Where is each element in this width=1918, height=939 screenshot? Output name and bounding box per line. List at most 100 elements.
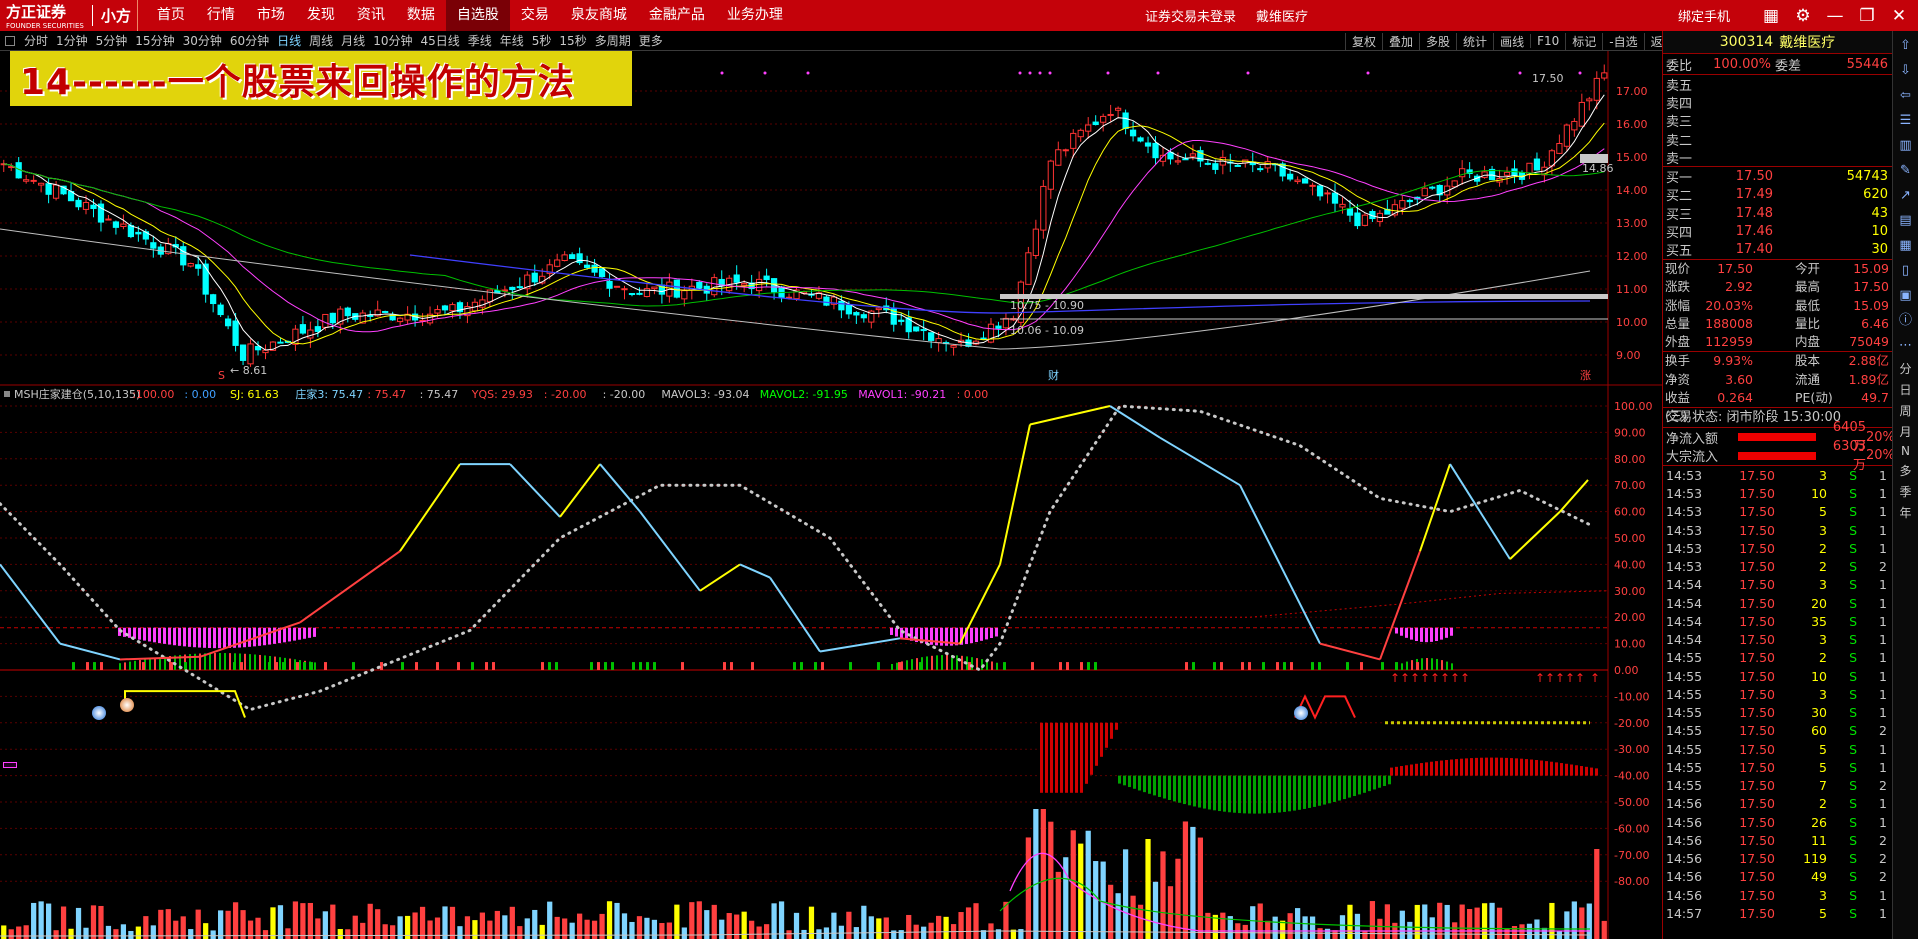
stat-value: 3.60 <box>1725 371 1753 387</box>
sidebar-tab-3[interactable]: 月 <box>1896 423 1916 440</box>
nav-item-4[interactable]: 资讯 <box>346 0 396 31</box>
sell-level-1[interactable]: 卖一 <box>1663 148 1892 167</box>
nav-item-8[interactable]: 泉友商城 <box>560 0 638 31</box>
calc-icon[interactable]: ▣ <box>1896 286 1916 306</box>
candle-body <box>1316 185 1324 197</box>
close-icon[interactable]: ✕ <box>1886 6 1912 26</box>
nav-item-0[interactable]: 首页 <box>146 0 196 31</box>
buy-level-1[interactable]: 买一 17.50 54743 <box>1663 167 1892 186</box>
more-icon[interactable]: ⋯ <box>1896 336 1916 356</box>
sidebar-tab-4[interactable]: N <box>1896 444 1916 458</box>
period-10[interactable]: 45日线 <box>416 32 463 49</box>
period-8[interactable]: 月线 <box>337 32 369 49</box>
left-arrow-icon[interactable]: ⇦ <box>1896 86 1916 106</box>
down-arrow-icon[interactable]: ⇩ <box>1896 61 1916 81</box>
tick-list[interactable]: 14:53 17.50 3 S 1 14:53 17.50 10 S 1 14:53 17.50 5 S 1… <box>1663 465 1892 922</box>
volume-bar <box>195 909 201 939</box>
period-9[interactable]: 10分钟 <box>369 32 416 49</box>
sidebar-tab-2[interactable]: 周 <box>1896 402 1916 419</box>
sidebar-tab-1[interactable]: 日 <box>1896 381 1916 398</box>
period-12[interactable]: 年线 <box>496 32 528 49</box>
period-14[interactable]: 15秒 <box>555 32 590 49</box>
grid-icon[interactable]: ▦ <box>1896 236 1916 256</box>
buy-level-3[interactable]: 买三 17.48 43 <box>1663 204 1892 223</box>
candle-body <box>860 314 867 319</box>
buy-level-4[interactable]: 买四 17.46 10 <box>1663 222 1892 241</box>
sell-level-2[interactable]: 卖二 <box>1663 130 1892 149</box>
nav-item-3[interactable]: 发现 <box>296 0 346 31</box>
nav-item-7[interactable]: 交易 <box>510 0 560 31</box>
pen-icon[interactable]: ✎ <box>1896 161 1916 181</box>
mom-bar <box>1363 775 1366 793</box>
sidebar-tab-0[interactable]: 分 <box>1896 360 1916 377</box>
quote-stats-2: 换手 9.93% 股本 2.88亿 净资 3.60 流通 1.89亿 收益(三) 0.264 PE(… <box>1663 351 1892 423</box>
nav-item-1[interactable]: 行情 <box>196 0 246 31</box>
candle-body <box>509 286 516 291</box>
chart-tool-3[interactable]: 统计 <box>1456 32 1493 50</box>
sell-level-5[interactable]: 卖五 <box>1663 75 1892 94</box>
period-11[interactable]: 季线 <box>464 32 496 49</box>
login-status[interactable]: 证券交易未登录 <box>1145 6 1236 25</box>
stat-label: 涨跌 <box>1665 279 1691 295</box>
list-icon[interactable]: ☰ <box>1896 111 1916 131</box>
period-0[interactable]: 分时 <box>20 32 52 49</box>
chart-tool-1[interactable]: 叠加 <box>1382 32 1419 50</box>
panel-toggle-icon[interactable] <box>5 35 15 46</box>
mom-bar <box>1070 722 1073 793</box>
candle-body <box>150 242 157 249</box>
candle-body <box>995 325 1002 329</box>
period-4[interactable]: 30分钟 <box>179 32 226 49</box>
chart-tool-2[interactable]: 多股 <box>1419 32 1456 50</box>
bar-chart-icon[interactable]: ▥ <box>1896 136 1916 156</box>
buy-level-2[interactable]: 买二 17.49 620 <box>1663 186 1892 204</box>
buy-level-5[interactable]: 买五 17.40 30 <box>1663 241 1892 259</box>
mom-bar <box>1168 775 1171 800</box>
doc-icon[interactable]: ▯ <box>1896 261 1916 281</box>
period-16[interactable]: 更多 <box>635 32 667 49</box>
chart-tool-0[interactable]: 复权 <box>1345 32 1382 50</box>
volume-bar <box>270 907 276 939</box>
nav-item-6[interactable]: 自选股 <box>445 0 510 31</box>
period-6[interactable]: 日线 <box>273 32 305 49</box>
nav-item-5[interactable]: 数据 <box>396 0 446 31</box>
nav-item-2[interactable]: 市场 <box>246 0 296 31</box>
grid-icon[interactable]: ▦ <box>1758 6 1784 26</box>
mom-bar <box>1460 758 1463 776</box>
trend-icon[interactable]: ↗ <box>1896 186 1916 206</box>
volume-bar <box>666 922 672 939</box>
volume-bar <box>330 904 336 939</box>
period-3[interactable]: 15分钟 <box>131 32 178 49</box>
chart-tool-6[interactable]: 标记 <box>1565 32 1602 50</box>
period-2[interactable]: 5分钟 <box>92 32 132 49</box>
period-15[interactable]: 多周期 <box>591 32 635 49</box>
sidebar-tab-7[interactable]: 年 <box>1896 504 1916 521</box>
candle-body <box>823 296 830 306</box>
sidebar-tab-6[interactable]: 季 <box>1896 483 1916 500</box>
chart-tool-7[interactable]: -自选 <box>1602 32 1643 50</box>
volume-bar <box>285 928 291 939</box>
buy-price: 17.49 <box>1735 187 1773 203</box>
gear-icon[interactable]: ⚙ <box>1790 6 1816 26</box>
nav-item-10[interactable]: 业务办理 <box>716 0 794 31</box>
restore-icon[interactable]: ❐ <box>1854 6 1880 26</box>
minimize-icon[interactable]: — <box>1822 6 1848 26</box>
sell-level-4[interactable]: 卖四 <box>1663 93 1892 112</box>
chart-tool-4[interactable]: 画线 <box>1493 32 1530 50</box>
nav-item-9[interactable]: 金融产品 <box>638 0 716 31</box>
sidebar-tab-5[interactable]: 多 <box>1896 462 1916 479</box>
table-icon[interactable]: ▤ <box>1896 211 1916 231</box>
chart-tool-5[interactable]: F10 <box>1530 34 1565 48</box>
info-icon[interactable]: ⓘ <box>1896 311 1916 331</box>
period-7[interactable]: 周线 <box>305 32 337 49</box>
period-5[interactable]: 60分钟 <box>226 32 273 49</box>
up-arrow-icon[interactable]: ⇧ <box>1896 36 1916 56</box>
indicator-toggle-icon[interactable] <box>4 391 10 397</box>
candle-body <box>1092 121 1099 126</box>
period-13[interactable]: 5秒 <box>528 32 556 49</box>
quote-header[interactable]: 300314 戴维医疗 <box>1663 31 1892 54</box>
sell-level-3[interactable]: 卖三 <box>1663 112 1892 130</box>
period-1[interactable]: 1分钟 <box>52 32 92 49</box>
volume-bar <box>45 903 52 939</box>
bind-phone-link[interactable]: 绑定手机 <box>1678 6 1730 25</box>
stock-chart[interactable]: 17.00 16.00 15.00 14.00 13.00 12.00 11.00 10.00… <box>0 51 1662 939</box>
